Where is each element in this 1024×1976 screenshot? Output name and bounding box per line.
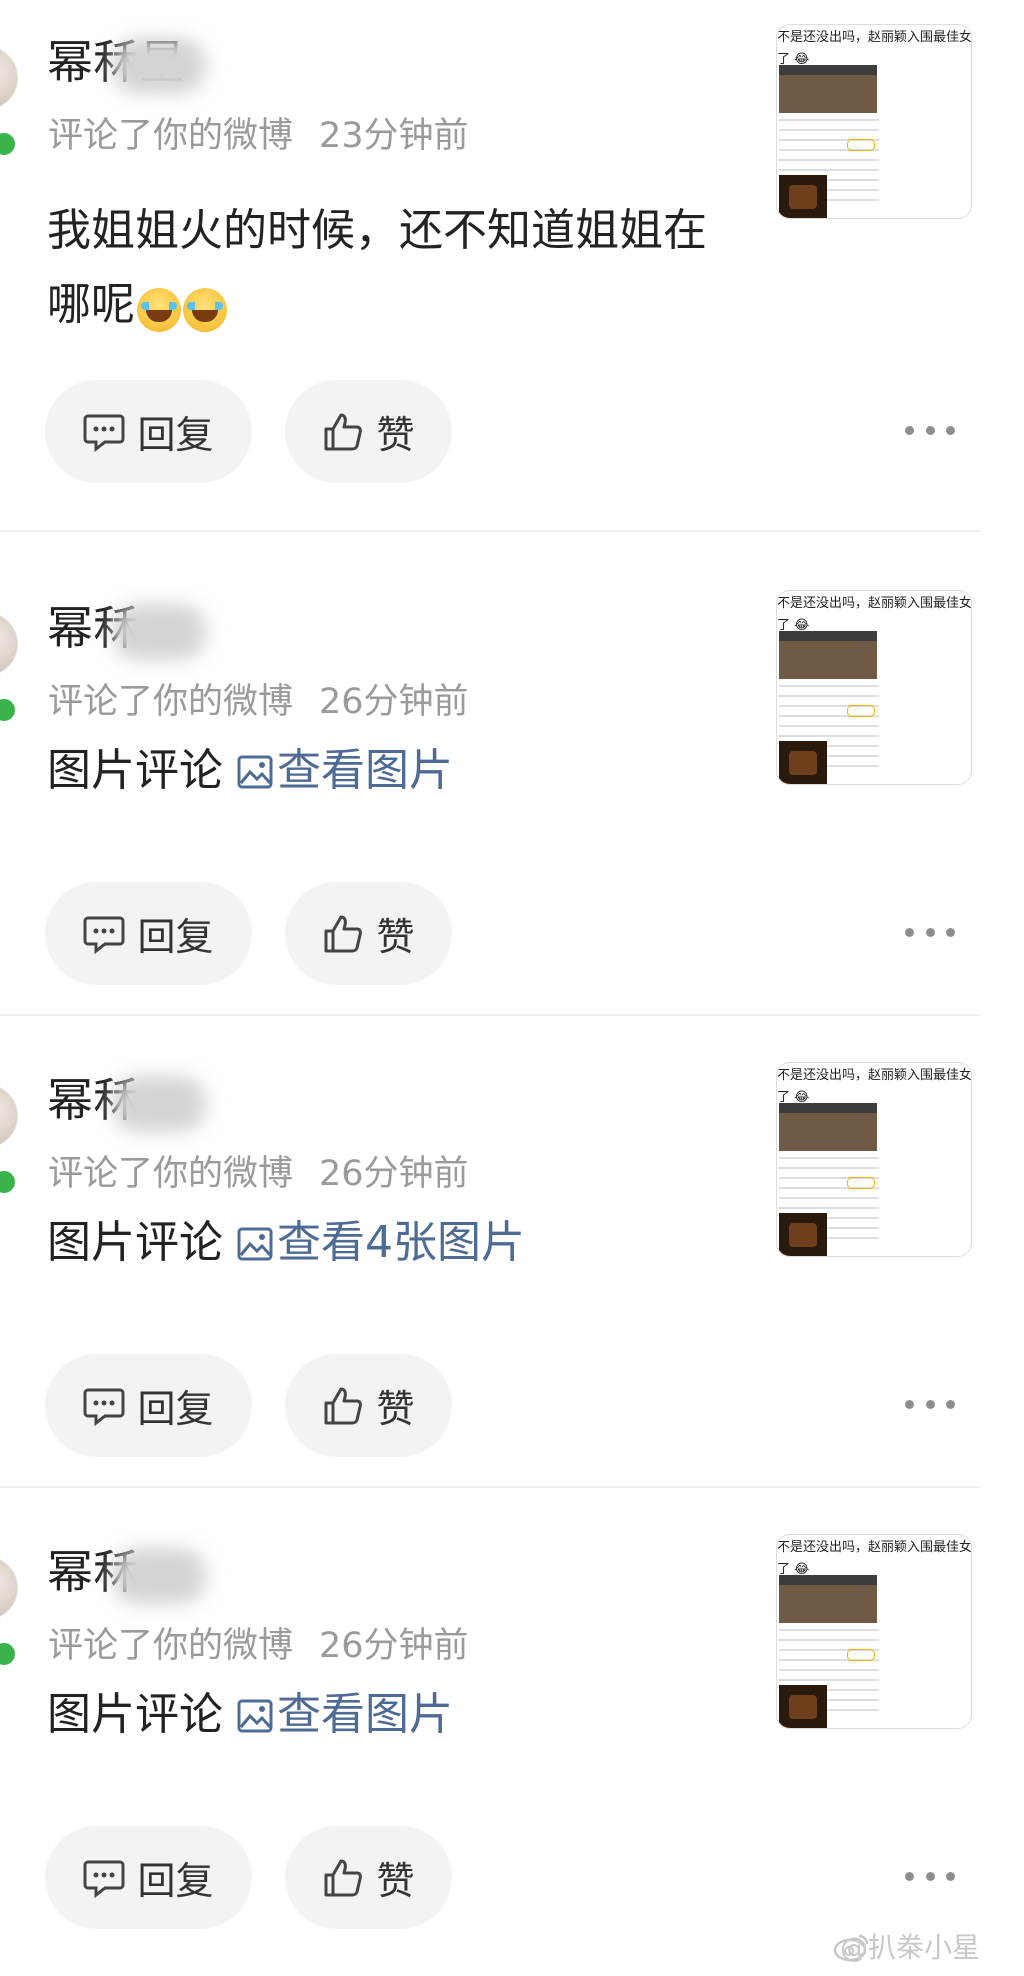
thumbnail-header: [779, 65, 877, 75]
like-button[interactable]: 赞: [285, 1826, 452, 1929]
action-text: 评论了你的微博: [48, 116, 294, 156]
name-blur-mask: [112, 604, 206, 660]
thumbs-up-icon: [324, 1859, 363, 1896]
thumbs-up-icon: [324, 413, 363, 450]
view-images-label: 查看图片: [277, 1689, 453, 1740]
thumbnail-follow: [847, 139, 875, 151]
comment-text: 图片评论: [47, 1689, 223, 1740]
like-button[interactable]: 赞: [285, 1354, 452, 1457]
like-button[interactable]: 赞: [285, 380, 452, 483]
thumbnail-photo-detail: [789, 185, 817, 209]
view-images-label: 查看4张图片: [277, 1217, 525, 1268]
laugh-cry-emoji: 😂: [137, 288, 181, 332]
thumbs-up-icon: [324, 1387, 363, 1424]
comment-bubble-icon: [83, 916, 125, 954]
avatar[interactable]: [0, 46, 18, 110]
thumbnail-header: [779, 631, 877, 641]
more-dots-icon[interactable]: [905, 418, 955, 442]
image-icon: [237, 755, 273, 789]
avatar[interactable]: [0, 612, 18, 676]
action-text: 评论了你的微博: [48, 1154, 294, 1194]
like-label: 赞: [376, 915, 415, 959]
view-images-label: 查看图片: [277, 745, 453, 796]
comment-content: 我姐姐火的时候，还不知道姐姐在哪呢😂😂: [47, 194, 747, 342]
weibo-thumbnail[interactable]: 不是还没出吗，赵丽颖入围最佳女 了 😂: [776, 590, 972, 785]
view-images-link[interactable]: 查看图片: [223, 1689, 453, 1740]
comment-content: 图片评论 查看图片: [47, 734, 747, 808]
comment-bubble-icon: [83, 1860, 125, 1898]
reply-button[interactable]: 回复: [45, 1354, 252, 1457]
like-label: 赞: [376, 1859, 415, 1903]
verified-badge-icon: [0, 1640, 18, 1668]
action-text: 评论了你的微博: [48, 1626, 294, 1666]
reply-label: 回复: [137, 1387, 214, 1431]
view-images-link[interactable]: 查看4张图片: [223, 1217, 525, 1268]
comment-meta: 评论了你的微博 26分钟前: [48, 1622, 469, 1670]
more-dots-icon[interactable]: [905, 1392, 955, 1416]
image-icon: [237, 1227, 273, 1261]
timestamp: 26分钟前: [319, 1154, 469, 1194]
avatar[interactable]: [0, 1084, 18, 1148]
reply-label: 回复: [137, 1859, 214, 1903]
verified-badge-icon: [0, 1168, 18, 1196]
thumbnail-header: [779, 1575, 877, 1585]
comment-text: 图片评论: [47, 1217, 223, 1268]
weibo-thumbnail[interactable]: 不是还没出吗，赵丽颖入围最佳女 了 😂: [776, 1534, 972, 1729]
notification-item[interactable]: 幂秝 评论了你的微博 26分钟前 图片评论 查看图片 不是还没出吗，赵丽颖入围最佳…: [0, 550, 1024, 1020]
comment-meta: 评论了你的微博 23分钟前: [48, 112, 469, 160]
notification-item[interactable]: 幂秝 评论了你的微博 26分钟前 图片评论 查看4张图片 不是还没出吗，赵丽颖入围…: [0, 1022, 1024, 1492]
timestamp: 26分钟前: [319, 1626, 469, 1666]
thumbnail-photo-detail: [789, 751, 817, 775]
reply-label: 回复: [137, 915, 214, 959]
thumbnail-photo-detail: [789, 1223, 817, 1247]
action-text: 评论了你的微博: [48, 682, 294, 722]
comment-text: 图片评论: [47, 745, 223, 796]
reply-button[interactable]: 回复: [45, 380, 252, 483]
divider: [0, 1486, 980, 1488]
notification-item[interactable]: 幂秝星 评论了你的微博23分钟前 我姐姐火的时候，还不知道姐姐在哪呢😂😂 不是还…: [0, 0, 1024, 544]
verified-badge-icon: [0, 130, 18, 158]
thumbs-up-icon: [324, 915, 363, 952]
comment-bubble-icon: [83, 1388, 125, 1426]
notification-item[interactable]: 幂秝 评论了你的微博 26分钟前 图片评论 查看图片 不是还没出吗，赵丽颖入围最佳…: [0, 1494, 1024, 1964]
timestamp: 26分钟前: [319, 682, 469, 722]
thumbnail-header: [779, 1103, 877, 1113]
name-blur-mask: [112, 1076, 206, 1132]
name-blur-mask: [112, 38, 206, 94]
laugh-cry-emoji: 😂: [183, 288, 227, 332]
thumbnail-follow: [847, 705, 875, 717]
reply-button[interactable]: 回复: [45, 1826, 252, 1929]
thumbnail-follow: [847, 1649, 875, 1661]
avatar[interactable]: [0, 1556, 18, 1620]
reply-label: 回复: [137, 413, 214, 457]
like-label: 赞: [376, 413, 415, 457]
weibo-thumbnail[interactable]: 不是还没出吗，赵丽颖入围最佳女 了 😂: [776, 1062, 972, 1257]
like-label: 赞: [376, 1387, 415, 1431]
image-icon: [237, 1699, 273, 1733]
thumbnail-follow: [847, 1177, 875, 1189]
timestamp: 23分钟前: [319, 116, 469, 156]
more-dots-icon[interactable]: [905, 1864, 955, 1888]
more-dots-icon[interactable]: [905, 920, 955, 944]
comment-meta: 评论了你的微博 26分钟前: [48, 678, 469, 726]
comment-bubble-icon: [83, 414, 125, 452]
watermark-text: @扒桊小星: [840, 1931, 981, 1964]
like-button[interactable]: 赞: [285, 882, 452, 985]
view-images-link[interactable]: 查看图片: [223, 745, 453, 796]
divider: [0, 530, 980, 532]
weibo-thumbnail[interactable]: 不是还没出吗，赵丽颖入围最佳女 了 😂: [776, 24, 972, 219]
verified-badge-icon: [0, 696, 18, 724]
comment-meta: 评论了你的微博 26分钟前: [48, 1150, 469, 1198]
comment-content: 图片评论 查看图片: [47, 1678, 747, 1752]
divider: [0, 1014, 980, 1016]
comment-content: 图片评论 查看4张图片: [47, 1206, 747, 1280]
thumbnail-photo-detail: [789, 1695, 817, 1719]
name-blur-mask: [112, 1548, 206, 1604]
reply-button[interactable]: 回复: [45, 882, 252, 985]
